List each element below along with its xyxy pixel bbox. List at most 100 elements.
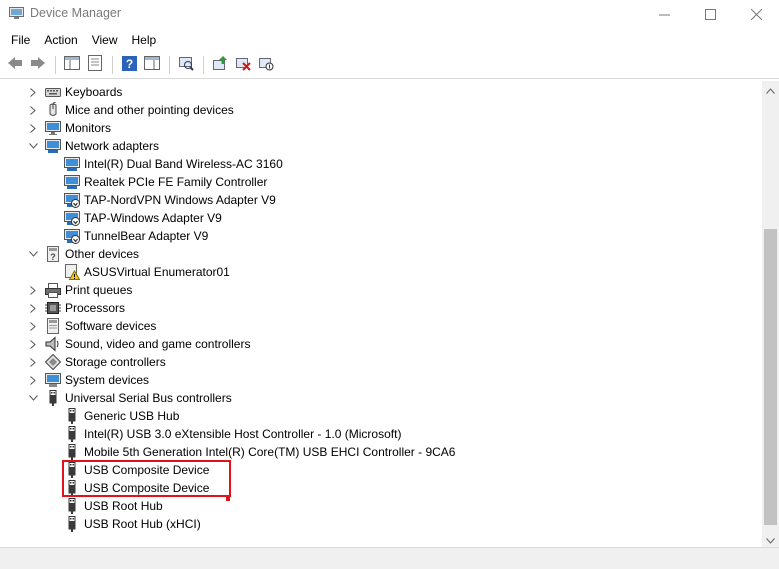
tree-item[interactable]: Intel(R) USB 3.0 eXtensible Host Control… xyxy=(0,425,760,443)
chevron-down-icon[interactable] xyxy=(28,137,38,155)
menu-view[interactable]: View xyxy=(85,29,125,51)
tree-item-label: Monitors xyxy=(65,121,112,135)
tree-item[interactable]: USB Composite Device xyxy=(0,479,760,497)
mouse-icon xyxy=(45,101,61,118)
chevron-down-icon xyxy=(766,533,775,547)
minimize-button[interactable] xyxy=(641,0,687,29)
tree-item[interactable]: Mobile 5th Generation Intel(R) Core(TM) … xyxy=(0,443,760,461)
tree-item-label: Generic USB Hub xyxy=(84,409,180,423)
tree-item-label: TunnelBear Adapter V9 xyxy=(84,229,209,243)
update-driver-button[interactable] xyxy=(209,54,231,76)
chevron-right-icon[interactable] xyxy=(28,353,38,371)
tree-item[interactable]: Realtek PCIe FE Family Controller xyxy=(0,173,760,191)
chevron-right-icon[interactable] xyxy=(28,83,38,101)
show-hide-action-pane-button[interactable] xyxy=(141,54,163,76)
tree-item[interactable]: USB Root Hub xyxy=(0,497,760,515)
tree-category[interactable]: Network adapters xyxy=(0,137,760,155)
tree-category[interactable]: Monitors xyxy=(0,119,760,137)
properties-icon xyxy=(88,55,102,74)
network-icon xyxy=(45,138,61,154)
tree-item[interactable]: TAP-Windows Adapter V9 xyxy=(0,209,760,227)
scroll-down-button[interactable] xyxy=(762,531,779,548)
scroll-thumb[interactable] xyxy=(764,229,777,525)
tree-item-label: Sound, video and game controllers xyxy=(65,337,251,351)
network-adapter-icon xyxy=(64,174,80,190)
svg-text:?: ? xyxy=(50,252,56,262)
chevron-right-icon[interactable] xyxy=(28,281,38,299)
tree-item-label: Keyboards xyxy=(65,85,123,99)
system-devices-icon xyxy=(45,372,61,388)
chevron-right-icon[interactable] xyxy=(28,119,38,137)
maximize-button[interactable] xyxy=(687,0,733,29)
scan-hardware-changes-icon xyxy=(178,55,194,74)
storage-icon xyxy=(44,353,62,371)
chevron-right-icon[interactable] xyxy=(28,101,38,119)
show-hide-action-pane-icon xyxy=(144,56,160,73)
svg-text:?: ? xyxy=(125,57,132,71)
menu-bar: File Action View Help xyxy=(0,29,779,51)
network-adapter-disabled-icon xyxy=(64,210,80,226)
tree-item[interactable]: Generic USB Hub xyxy=(0,407,760,425)
show-hide-console-tree-button[interactable] xyxy=(61,54,83,76)
tree-category[interactable]: Processors xyxy=(0,299,760,317)
forward-button[interactable] xyxy=(27,54,49,76)
menu-action[interactable]: Action xyxy=(37,29,84,51)
tree-item-label: Intel(R) USB 3.0 eXtensible Host Control… xyxy=(84,427,402,441)
usb-icon xyxy=(64,426,80,442)
tree-item[interactable]: TunnelBear Adapter V9 xyxy=(0,227,760,245)
tree-item-label: Mice and other pointing devices xyxy=(65,103,234,117)
tree-category[interactable]: Sound, video and game controllers xyxy=(0,335,760,353)
show-hide-console-tree-icon xyxy=(64,56,80,73)
tree-item[interactable]: USB Root Hub (xHCI) xyxy=(0,515,760,533)
tree-category[interactable]: Mice and other pointing devices xyxy=(0,101,760,119)
maximize-icon xyxy=(704,9,716,20)
uninstall-device-button[interactable] xyxy=(232,54,254,76)
menu-file[interactable]: File xyxy=(4,29,37,51)
update-driver-icon xyxy=(212,55,228,74)
chevron-right-icon[interactable] xyxy=(28,317,38,335)
toolbar: ? xyxy=(0,51,779,79)
tree-item[interactable]: ASUSVirtual Enumerator01 xyxy=(0,263,760,281)
tree-category[interactable]: Software devices xyxy=(0,317,760,335)
scroll-up-button[interactable] xyxy=(762,81,779,98)
tree-category[interactable]: System devices xyxy=(0,371,760,389)
minimize-icon xyxy=(658,9,670,20)
tree-item-label: Other devices xyxy=(65,247,140,261)
usb-icon xyxy=(64,462,80,478)
tree-category[interactable]: Storage controllers xyxy=(0,353,760,371)
tree-item-label: USB Composite Device xyxy=(84,463,210,477)
back-button[interactable] xyxy=(4,54,26,76)
menu-help[interactable]: Help xyxy=(125,29,164,51)
chevron-down-icon[interactable] xyxy=(28,389,38,407)
tree-category[interactable]: Print queues xyxy=(0,281,760,299)
usb-icon xyxy=(64,444,80,460)
tree-item[interactable]: Intel(R) Dual Band Wireless-AC 3160 xyxy=(0,155,760,173)
tree-category[interactable]: Universal Serial Bus controllers xyxy=(0,389,760,407)
tree-item-label: Universal Serial Bus controllers xyxy=(65,391,232,405)
tree-item[interactable]: TAP-NordVPN Windows Adapter V9 xyxy=(0,191,760,209)
toolbar-separator xyxy=(55,55,56,74)
chevron-right-icon[interactable] xyxy=(28,371,38,389)
usb-icon xyxy=(64,516,80,532)
toolbar-separator xyxy=(112,55,113,74)
vertical-scrollbar[interactable] xyxy=(762,81,779,548)
tree-item-label: USB Composite Device xyxy=(84,481,210,495)
tree-item-label: Processors xyxy=(65,301,126,315)
tree-item-label: Mobile 5th Generation Intel(R) Core(TM) … xyxy=(84,445,456,459)
properties-button[interactable] xyxy=(84,54,106,76)
keyboard-icon xyxy=(45,84,61,100)
scan-hardware-changes-button[interactable] xyxy=(175,54,197,76)
close-button[interactable] xyxy=(733,0,779,29)
tree-item-label: Software devices xyxy=(65,319,157,333)
chevron-down-icon[interactable] xyxy=(28,245,38,263)
speaker-icon xyxy=(45,336,61,352)
tree-category[interactable]: Keyboards xyxy=(0,83,760,101)
help-button[interactable]: ? xyxy=(118,54,140,76)
disable-device-button[interactable] xyxy=(255,54,277,76)
tree-category[interactable]: ? Other devices xyxy=(0,245,760,263)
toolbar-separator xyxy=(203,55,204,74)
tree-item[interactable]: USB Composite Device xyxy=(0,461,760,479)
chevron-right-icon[interactable] xyxy=(28,335,38,353)
help-icon: ? xyxy=(121,55,137,74)
chevron-right-icon[interactable] xyxy=(28,299,38,317)
